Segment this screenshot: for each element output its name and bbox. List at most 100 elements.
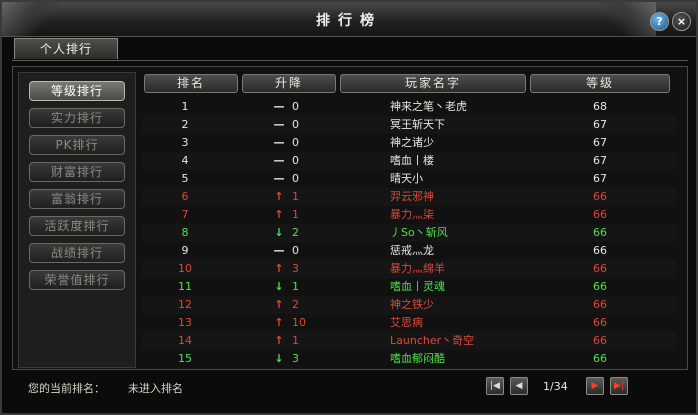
player-name-cell: 羿云邪神 xyxy=(390,190,434,203)
player-name-cell: 暴力灬绵羊 xyxy=(390,262,445,275)
help-button[interactable]: ? xyxy=(650,12,669,31)
rank-cell: 10 xyxy=(178,262,192,275)
table-row[interactable]: 5 — 0 晴天小 67 xyxy=(142,170,676,188)
level-cell: 68 xyxy=(593,100,607,113)
player-name-cell: 神之铁少 xyxy=(390,298,434,311)
column-header-player-name[interactable]: 玩家名字 xyxy=(340,74,526,93)
rank-cell: 3 xyxy=(181,136,189,149)
change-value-cell: 1 xyxy=(292,334,299,347)
level-cell: 67 xyxy=(593,154,607,167)
level-cell: 67 xyxy=(593,172,607,185)
level-cell: 66 xyxy=(593,208,607,221)
column-header-level[interactable]: 等级 xyxy=(530,74,670,93)
change-value-cell: 0 xyxy=(292,136,299,149)
first-page-icon: |◀ xyxy=(490,381,500,391)
page-indicator: 1/34 xyxy=(543,380,568,393)
rank-cell: 8 xyxy=(181,226,189,239)
next-page-icon: ▶ xyxy=(591,381,599,391)
change-value-cell: 0 xyxy=(292,154,299,167)
table-row[interactable]: 2 — 0 冥王斩天下 67 xyxy=(142,116,676,134)
player-name-cell: 嗜血郁闷酷 xyxy=(390,352,445,365)
column-header-rank[interactable]: 排名 xyxy=(144,74,238,93)
tab-bar: 个人排行 xyxy=(12,38,688,61)
player-name-cell: 艾思病 xyxy=(390,316,423,329)
level-cell: 66 xyxy=(593,262,607,275)
table-row[interactable]: 15 ↓ 3 嗜血郁闷酷 66 xyxy=(142,350,676,368)
level-cell: 66 xyxy=(593,244,607,257)
table-row[interactable]: 9 — 0 惩戒灬龙 66 xyxy=(142,242,676,260)
sidebar-item-4[interactable]: 财富排行 xyxy=(29,162,125,182)
player-name-cell: 神来之笔丶老虎 xyxy=(390,100,467,113)
change-value-cell: 1 xyxy=(292,190,299,203)
level-cell: 66 xyxy=(593,316,607,329)
table-row[interactable]: 12 ↑ 2 神之铁少 66 xyxy=(142,296,676,314)
next-page-button[interactable]: ▶ xyxy=(586,377,604,395)
level-cell: 67 xyxy=(593,118,607,131)
last-page-icon: ▶| xyxy=(614,381,624,391)
change-arrow-icon: ↑ xyxy=(274,298,284,311)
change-arrow-icon: — xyxy=(273,154,285,167)
table-row[interactable]: 1 — 0 神来之笔丶老虎 68 xyxy=(142,98,676,116)
rank-cell: 11 xyxy=(178,280,192,293)
window-title: 排行榜 xyxy=(316,13,382,29)
sidebar-item-8[interactable]: 荣誉值排行 xyxy=(29,270,125,290)
tab-personal-ranking[interactable]: 个人排行 xyxy=(14,38,118,59)
table-row[interactable]: 8 ↓ 2 丿So丶斩风 66 xyxy=(142,224,676,242)
level-cell: 66 xyxy=(593,190,607,203)
table-row[interactable]: 3 — 0 神之诸少 67 xyxy=(142,134,676,152)
level-cell: 66 xyxy=(593,352,607,365)
level-cell: 66 xyxy=(593,298,607,311)
table-row[interactable]: 11 ↓ 1 嗜血丨灵魂 66 xyxy=(142,278,676,296)
rank-cell: 4 xyxy=(181,154,189,167)
change-value-cell: 0 xyxy=(292,100,299,113)
player-name-cell: 晴天小 xyxy=(390,172,423,185)
player-name-cell: 神之诸少 xyxy=(390,136,434,149)
change-value-cell: 3 xyxy=(292,262,299,275)
table-header: 排名 升降 玩家名字 等级 xyxy=(142,74,676,94)
change-arrow-icon: ↑ xyxy=(274,190,284,203)
change-arrow-icon: ↑ xyxy=(274,334,284,347)
rank-cell: 9 xyxy=(181,244,189,257)
rank-cell: 15 xyxy=(178,352,192,365)
close-button[interactable]: × xyxy=(672,12,691,31)
table-row[interactable]: 10 ↑ 3 暴力灬绵羊 66 xyxy=(142,260,676,278)
ranking-window: 排行榜 ? × 个人排行 等级排行实力排行 PK排行财富排行富翁排行活跃度排行战绩… xyxy=(0,0,698,415)
level-cell: 66 xyxy=(593,280,607,293)
player-name-cell: 丿So丶斩风 xyxy=(390,226,448,239)
level-cell: 66 xyxy=(593,334,607,347)
change-value-cell: 1 xyxy=(292,280,299,293)
change-arrow-icon: ↓ xyxy=(274,280,284,293)
change-value-cell: 2 xyxy=(292,226,299,239)
table-row[interactable]: 6 ↑ 1 羿云邪神 66 xyxy=(142,188,676,206)
last-page-button[interactable]: ▶| xyxy=(610,377,628,395)
change-arrow-icon: — xyxy=(273,244,285,257)
level-cell: 66 xyxy=(593,226,607,239)
column-header-change[interactable]: 升降 xyxy=(242,74,336,93)
table-row[interactable]: 13 ↑ 10 艾思病 66 xyxy=(142,314,676,332)
table-row[interactable]: 14 ↑ 1 Launcher丶奇空 66 xyxy=(142,332,676,350)
sidebar-item-6[interactable]: 活跃度排行 xyxy=(29,216,125,236)
sidebar-item-2[interactable]: 实力排行 xyxy=(29,108,125,128)
change-arrow-icon: ↓ xyxy=(274,352,284,365)
sidebar-item-3[interactable]: PK排行 xyxy=(29,135,125,155)
current-rank-value: 未进入排名 xyxy=(128,382,183,395)
change-arrow-icon: ↑ xyxy=(274,208,284,221)
title-bar[interactable]: 排行榜 ? × xyxy=(2,2,696,37)
sidebar-item-7[interactable]: 战绩排行 xyxy=(29,243,125,263)
rank-cell: 14 xyxy=(178,334,192,347)
player-name-cell: Launcher丶奇空 xyxy=(390,334,475,347)
change-arrow-icon: — xyxy=(273,100,285,113)
player-name-cell: 惩戒灬龙 xyxy=(390,244,434,257)
table-row[interactable]: 7 ↑ 1 暴力灬柒 66 xyxy=(142,206,676,224)
player-name-cell: 暴力灬柒 xyxy=(390,208,434,221)
first-page-button[interactable]: |◀ xyxy=(486,377,504,395)
rank-cell: 12 xyxy=(178,298,192,311)
change-arrow-icon: ↑ xyxy=(274,262,284,275)
change-arrow-icon: ↓ xyxy=(274,226,284,239)
sidebar-item-5[interactable]: 富翁排行 xyxy=(29,189,125,209)
sidebar-item-1[interactable]: 等级排行 xyxy=(29,81,125,101)
previous-page-button[interactable]: ◀ xyxy=(510,377,528,395)
table-row[interactable]: 4 — 0 嗜血丨楼 67 xyxy=(142,152,676,170)
change-value-cell: 3 xyxy=(292,352,299,365)
player-name-cell: 嗜血丨楼 xyxy=(390,154,434,167)
